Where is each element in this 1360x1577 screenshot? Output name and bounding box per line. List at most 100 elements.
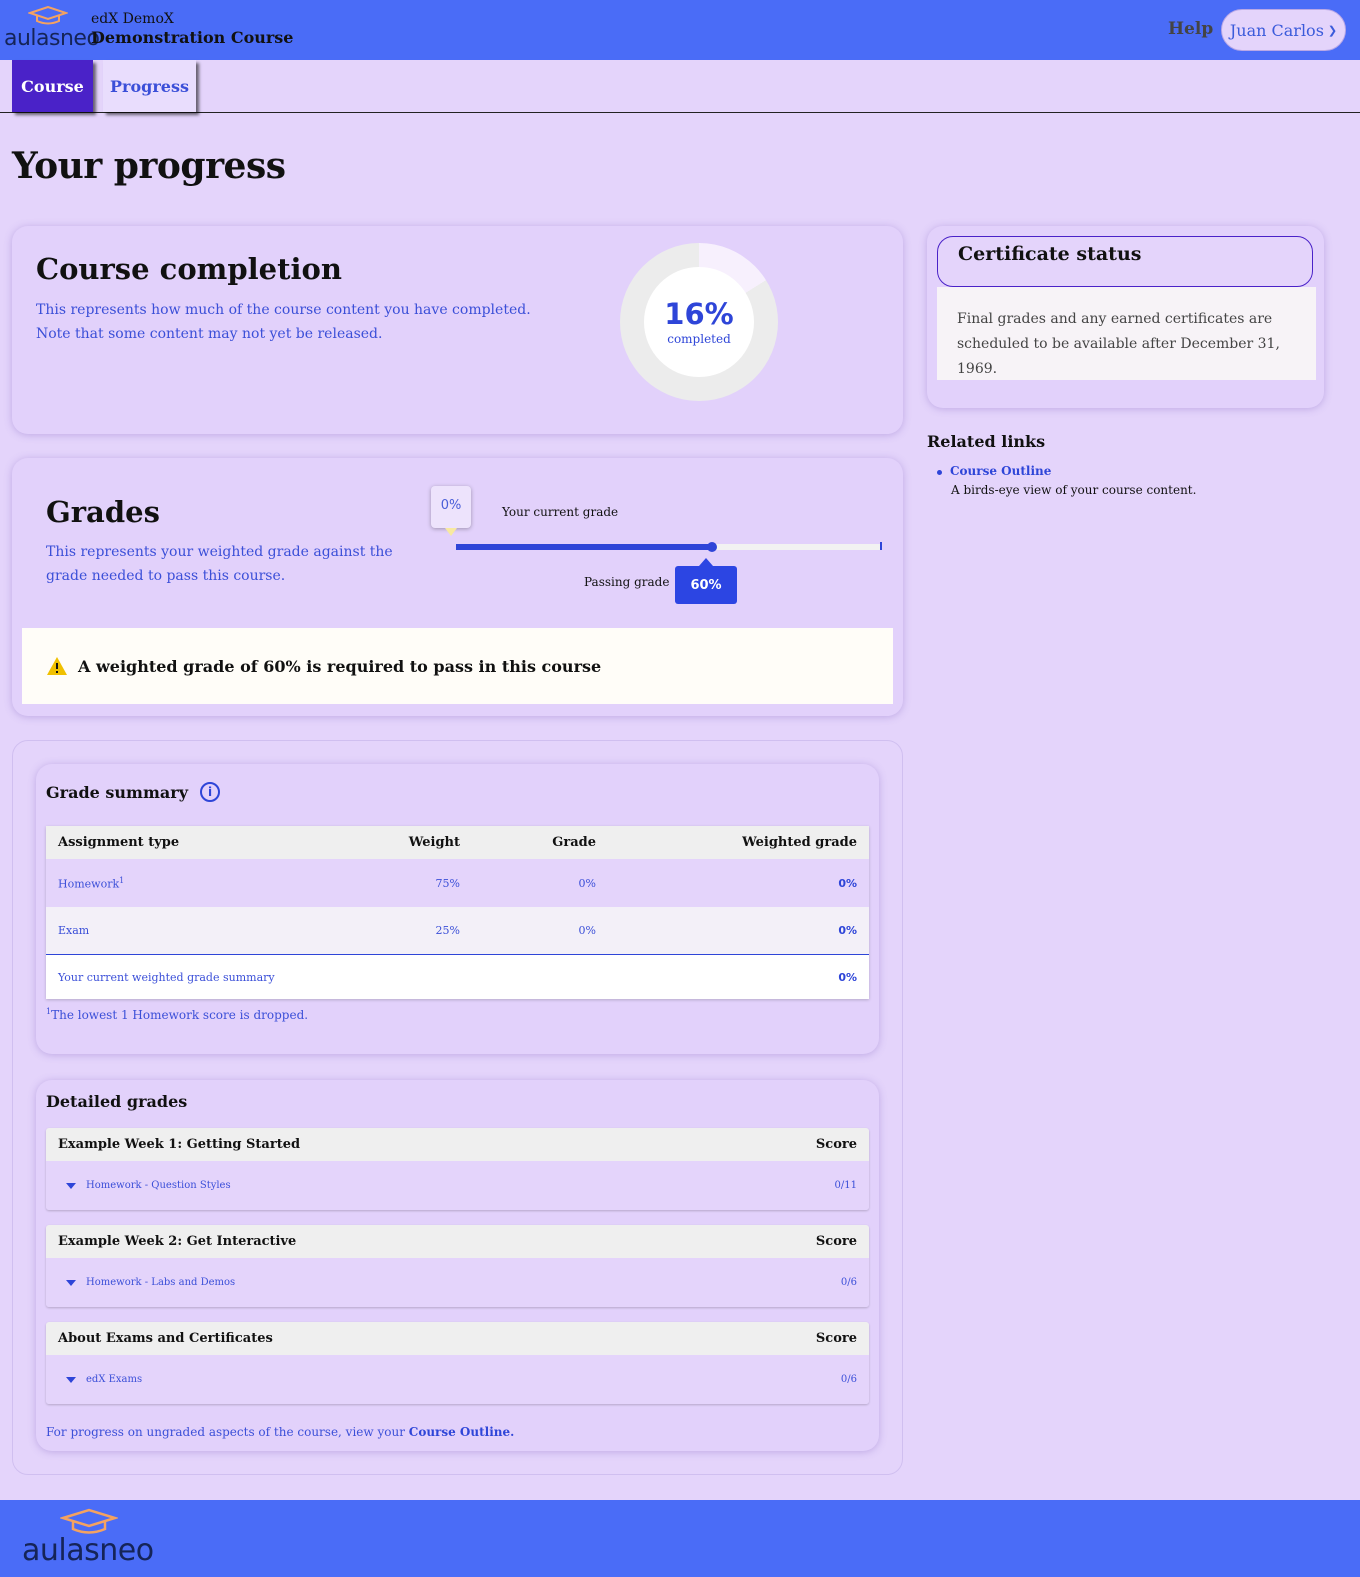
- user-name: Juan Carlos: [1229, 20, 1324, 40]
- detailed-grades-card: Detailed grades Example Week 1: Getting …: [36, 1080, 879, 1451]
- grade-summary-table: Assignment type Weight Grade Weighted gr…: [46, 826, 869, 999]
- grade-section: Example Week 1: Getting Started Score Ho…: [46, 1128, 869, 1210]
- chevron-down-icon: ❯: [1327, 23, 1338, 37]
- column-header: Weighted grade: [742, 835, 857, 850]
- section-title: Example Week 2: Get Interactive: [58, 1234, 297, 1249]
- section-title: Example Week 1: Getting Started: [58, 1137, 301, 1152]
- total-label: Your current weighted grade summary: [58, 970, 275, 984]
- course-org: edX DemoX: [91, 11, 174, 27]
- subsection-score: 0/11: [834, 1180, 857, 1191]
- completion-donut-chart: 16% completed: [620, 243, 778, 401]
- grade-section: About Exams and Certificates Score edX E…: [46, 1322, 869, 1404]
- column-header: Grade: [552, 835, 596, 850]
- warning-icon: [47, 657, 67, 675]
- related-link-description: A birds-eye view of your course content.: [951, 483, 1197, 497]
- completion-description: This represents how much of the course c…: [36, 302, 531, 342]
- weight-cell: 25%: [435, 924, 460, 937]
- donut-center: 16% completed: [644, 267, 754, 377]
- grade-summary-heading: Grade summary i: [46, 782, 220, 802]
- course-outline-related-link[interactable]: Course Outline: [950, 464, 1051, 478]
- completion-percent: 16%: [664, 297, 734, 331]
- grade-summary-title: Grade summary: [46, 782, 188, 802]
- detailed-grades-title: Detailed grades: [46, 1092, 188, 1111]
- grade-warning-alert: A weighted grade of 60% is required to p…: [22, 628, 893, 704]
- total-row: Your current weighted grade summary 0%: [46, 955, 869, 999]
- certificate-title: Certificate status: [937, 236, 1313, 287]
- grade-bar-end: [880, 542, 882, 550]
- course-completion-card: Course completion This represents how mu…: [12, 226, 903, 434]
- detailed-grades-footer: For progress on ungraded aspects of the …: [46, 1425, 515, 1439]
- column-header: Weight: [408, 835, 460, 850]
- assignment-type: Exam: [58, 924, 90, 937]
- subsection-link[interactable]: Homework - Question Styles: [86, 1180, 231, 1191]
- caret-down-icon: [66, 1376, 76, 1383]
- grade-footnote: 1The lowest 1 Homework score is dropped.: [46, 1007, 309, 1022]
- completion-label: completed: [667, 332, 731, 346]
- weight-cell: 75%: [435, 876, 460, 890]
- section-title: About Exams and Certificates: [58, 1331, 273, 1346]
- current-grade-tooltip: 0%: [431, 486, 471, 536]
- grade-summary-card: Grade summary i Assignment type Weight G…: [36, 764, 879, 1054]
- section-header: Example Week 1: Getting Started Score: [46, 1128, 869, 1161]
- subsection-link[interactable]: Homework - Labs and Demos: [86, 1277, 235, 1288]
- completion-title: Course completion: [36, 252, 342, 286]
- score-label: Score: [815, 1331, 857, 1346]
- table-header: Assignment type Weight Grade Weighted gr…: [46, 826, 869, 859]
- certificate-status-card: Certificate status Final grades and any …: [927, 226, 1324, 408]
- graduation-cap-icon: [60, 1508, 118, 1534]
- graduation-cap-icon: [28, 6, 68, 25]
- section-header: About Exams and Certificates Score: [46, 1322, 869, 1355]
- grade-section: Example Week 2: Get Interactive Score Ho…: [46, 1225, 869, 1307]
- passing-grade-marker: [707, 542, 717, 552]
- subsection-link[interactable]: edX Exams: [86, 1374, 142, 1385]
- current-grade-label: Your current grade: [502, 505, 619, 519]
- info-icon[interactable]: i: [200, 782, 220, 802]
- passing-grade-label: Passing grade: [584, 575, 670, 589]
- course-outline-link[interactable]: Course Outline.: [409, 1425, 515, 1439]
- related-links-title: Related links: [927, 432, 1046, 451]
- grade-bar: [456, 542, 882, 552]
- site-footer: aulasneo: [0, 1500, 1360, 1577]
- grade-cell: 0%: [578, 924, 596, 937]
- subsection-row: Homework - Question Styles 0/11: [46, 1161, 869, 1210]
- table-row: Homework1 75% 0% 0%: [46, 859, 869, 907]
- score-label: Score: [815, 1234, 857, 1249]
- tab-progress[interactable]: Progress: [103, 60, 196, 112]
- course-tabs: Course Progress: [0, 60, 1360, 113]
- related-links-list: Course Outline A birds-eye view of your …: [937, 464, 1196, 497]
- subsection-toggle[interactable]: Homework - Question Styles: [66, 1180, 231, 1191]
- subsection-toggle[interactable]: Homework - Labs and Demos: [66, 1277, 235, 1288]
- site-header: aulasneo edX DemoX Demonstration Course …: [0, 0, 1360, 60]
- weighted-grade-cell: 0%: [838, 924, 857, 937]
- tab-course[interactable]: Course: [12, 60, 93, 112]
- caret-down-icon: [66, 1182, 76, 1189]
- grades-description: This represents your weighted grade agai…: [46, 544, 393, 584]
- caret-down-icon: [66, 1279, 76, 1286]
- user-menu-button[interactable]: Juan Carlos ❯: [1221, 9, 1346, 51]
- assignment-type: Homework1: [58, 875, 125, 891]
- certificate-body: Final grades and any earned certificates…: [937, 287, 1316, 380]
- section-header: Example Week 2: Get Interactive Score: [46, 1225, 869, 1258]
- subsection-score: 0/6: [840, 1374, 857, 1385]
- list-item: Course Outline: [937, 464, 1196, 478]
- logo-text: aulasneo: [4, 26, 100, 51]
- course-title: Demonstration Course: [91, 28, 294, 47]
- grade-cell: 0%: [578, 876, 596, 890]
- footer-logo[interactable]: aulasneo: [22, 1508, 162, 1570]
- weighted-grade-cell: 0%: [838, 876, 857, 890]
- subsection-score: 0/6: [840, 1277, 857, 1288]
- score-label: Score: [815, 1137, 857, 1152]
- column-header: Assignment type: [58, 835, 180, 850]
- help-link[interactable]: Help: [1168, 19, 1213, 39]
- bullet: [937, 470, 942, 475]
- total-value: 0%: [838, 970, 857, 984]
- subsection-row: Homework - Labs and Demos 0/6: [46, 1258, 869, 1307]
- subsection-toggle[interactable]: edX Exams: [66, 1374, 142, 1385]
- subsection-row: edX Exams 0/6: [46, 1355, 869, 1404]
- aulasneo-logo[interactable]: aulasneo: [4, 6, 100, 50]
- grades-title: Grades: [46, 495, 160, 529]
- table-row: Exam 25% 0% 0%: [46, 907, 869, 955]
- warning-text: A weighted grade of 60% is required to p…: [78, 656, 602, 676]
- grade-bar-fill: [456, 544, 712, 550]
- page-title: Your progress: [12, 145, 286, 187]
